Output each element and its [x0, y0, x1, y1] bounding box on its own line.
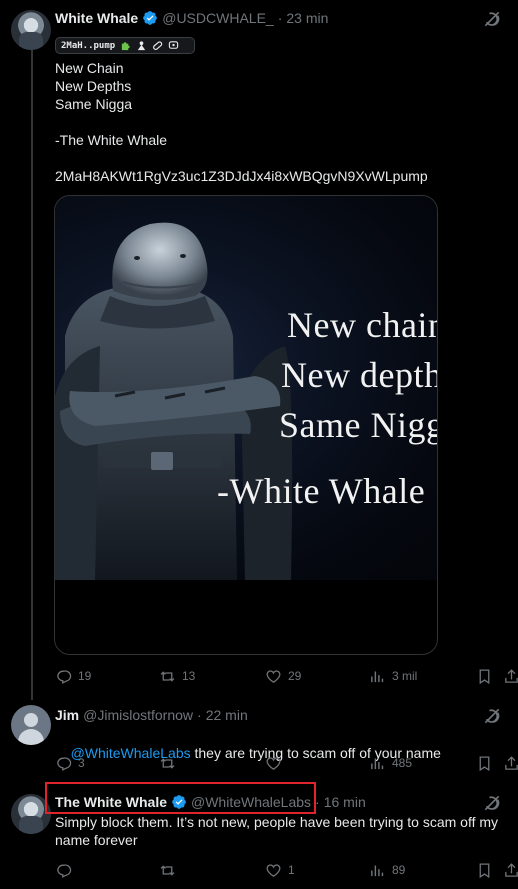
repost-button[interactable]: 13 [159, 666, 195, 686]
tweet-actions: 19 13 29 3 mil [55, 666, 518, 686]
timestamp[interactable]: 22 min [206, 707, 248, 723]
bookmark-icon [479, 668, 490, 684]
bookmark-button[interactable] [476, 666, 493, 686]
tweet-actions: 3 485 [55, 753, 518, 773]
bookmark-icon [479, 862, 490, 878]
views-button[interactable]: 485 [369, 753, 412, 773]
puzzle-icon [122, 42, 130, 51]
verified-badge-icon[interactable] [171, 794, 187, 810]
repost-icon [160, 757, 175, 769]
bookmark-button[interactable] [476, 753, 493, 773]
separator-dot: · [315, 794, 320, 810]
art-line-3: Same Nigga [279, 405, 437, 445]
share-icon [505, 755, 518, 770]
user-handle[interactable]: @WhiteWhaleLabs [191, 794, 311, 810]
tweet-reply-white-whale[interactable]: The White Whale @WhiteWhaleLabs · 16 min… [0, 782, 518, 889]
token-chip-label: 2MaH..pump [61, 40, 116, 51]
like-button[interactable] [265, 753, 288, 773]
share-icon [505, 862, 518, 877]
whale-artwork: New chain New depths Same Nigga -White W… [55, 196, 438, 580]
views-icon [371, 758, 384, 769]
tweet-reply-jim[interactable]: Jim @Jimislostfornow · 22 min @WhiteWhal… [0, 700, 518, 788]
share-button[interactable] [503, 860, 518, 880]
display-name[interactable]: The White Whale [55, 794, 167, 810]
reply-button[interactable] [55, 860, 78, 880]
timestamp[interactable]: 16 min [324, 794, 366, 810]
like-button[interactable]: 29 [265, 666, 301, 686]
repost-icon [160, 670, 175, 682]
tweet-actions: 1 89 [55, 860, 518, 880]
separator-dot: · [197, 707, 202, 723]
tweet-header: Jim @Jimislostfornow · 22 min [55, 705, 248, 725]
separator-dot: · [277, 10, 283, 26]
repost-button[interactable] [159, 753, 182, 773]
triangle-person-icon [138, 41, 146, 51]
tweet-text[interactable]: New Chain New Depths Same Nigga -The Whi… [55, 59, 428, 185]
user-handle[interactable]: @Jimislostfornow [83, 707, 193, 723]
bookmark-icon [479, 755, 490, 771]
like-button[interactable]: 1 [265, 860, 295, 880]
reply-button[interactable]: 3 [55, 753, 85, 773]
share-icon [505, 668, 518, 683]
view-count: 485 [392, 756, 413, 770]
view-count: 89 [392, 863, 406, 877]
display-name[interactable]: Jim [55, 707, 79, 723]
like-icon [266, 756, 281, 770]
share-button[interactable] [503, 666, 518, 686]
share-button[interactable] [503, 753, 518, 773]
pill-icon [153, 41, 163, 50]
user-handle[interactable]: @USDCWHALE_ [162, 10, 273, 26]
token-chip[interactable]: 2MaH..pump [55, 37, 195, 54]
reply-button[interactable]: 19 [55, 666, 91, 686]
tweet-main[interactable]: White Whale @USDCWHALE_ · 23 min 2MaH..p… [0, 0, 518, 700]
views-button[interactable]: 3 mil [369, 666, 417, 686]
art-line-2: New depths [281, 355, 437, 395]
tweet-header: The White Whale @WhiteWhaleLabs · 16 min [55, 792, 366, 812]
reply-icon [57, 863, 72, 878]
views-icon [371, 671, 384, 682]
reply-count: 19 [78, 669, 92, 683]
tweet-header: White Whale @USDCWHALE_ · 23 min [55, 8, 328, 28]
tweet-text[interactable]: Simply block them. It’s not new, people … [55, 813, 505, 849]
reply-icon [57, 756, 72, 771]
reply-icon [57, 669, 72, 684]
grok-icon[interactable] [482, 706, 502, 726]
art-line-1: New chain [287, 305, 438, 345]
reply-count: 3 [78, 756, 85, 770]
views-button[interactable]: 89 [369, 860, 405, 880]
repost-button[interactable] [159, 860, 182, 880]
avatar[interactable] [11, 10, 51, 50]
verified-badge-icon[interactable] [142, 10, 158, 26]
view-count: 3 mil [392, 669, 418, 683]
views-icon [371, 865, 384, 876]
grok-icon[interactable] [482, 9, 502, 29]
avatar[interactable] [11, 705, 51, 745]
like-icon [266, 669, 281, 683]
like-icon [266, 863, 281, 877]
repost-icon [160, 864, 175, 876]
display-name[interactable]: White Whale [55, 10, 138, 26]
like-count: 1 [288, 863, 295, 877]
art-line-4: -White Whale [217, 471, 426, 511]
chat-icon [169, 41, 179, 49]
tweet-media-image[interactable]: New chain New depths Same Nigga -White W… [54, 195, 438, 655]
repost-count: 13 [182, 669, 196, 683]
bookmark-button[interactable] [476, 860, 493, 880]
timestamp[interactable]: 23 min [286, 10, 328, 26]
grok-icon[interactable] [482, 793, 502, 813]
like-count: 29 [288, 669, 302, 683]
